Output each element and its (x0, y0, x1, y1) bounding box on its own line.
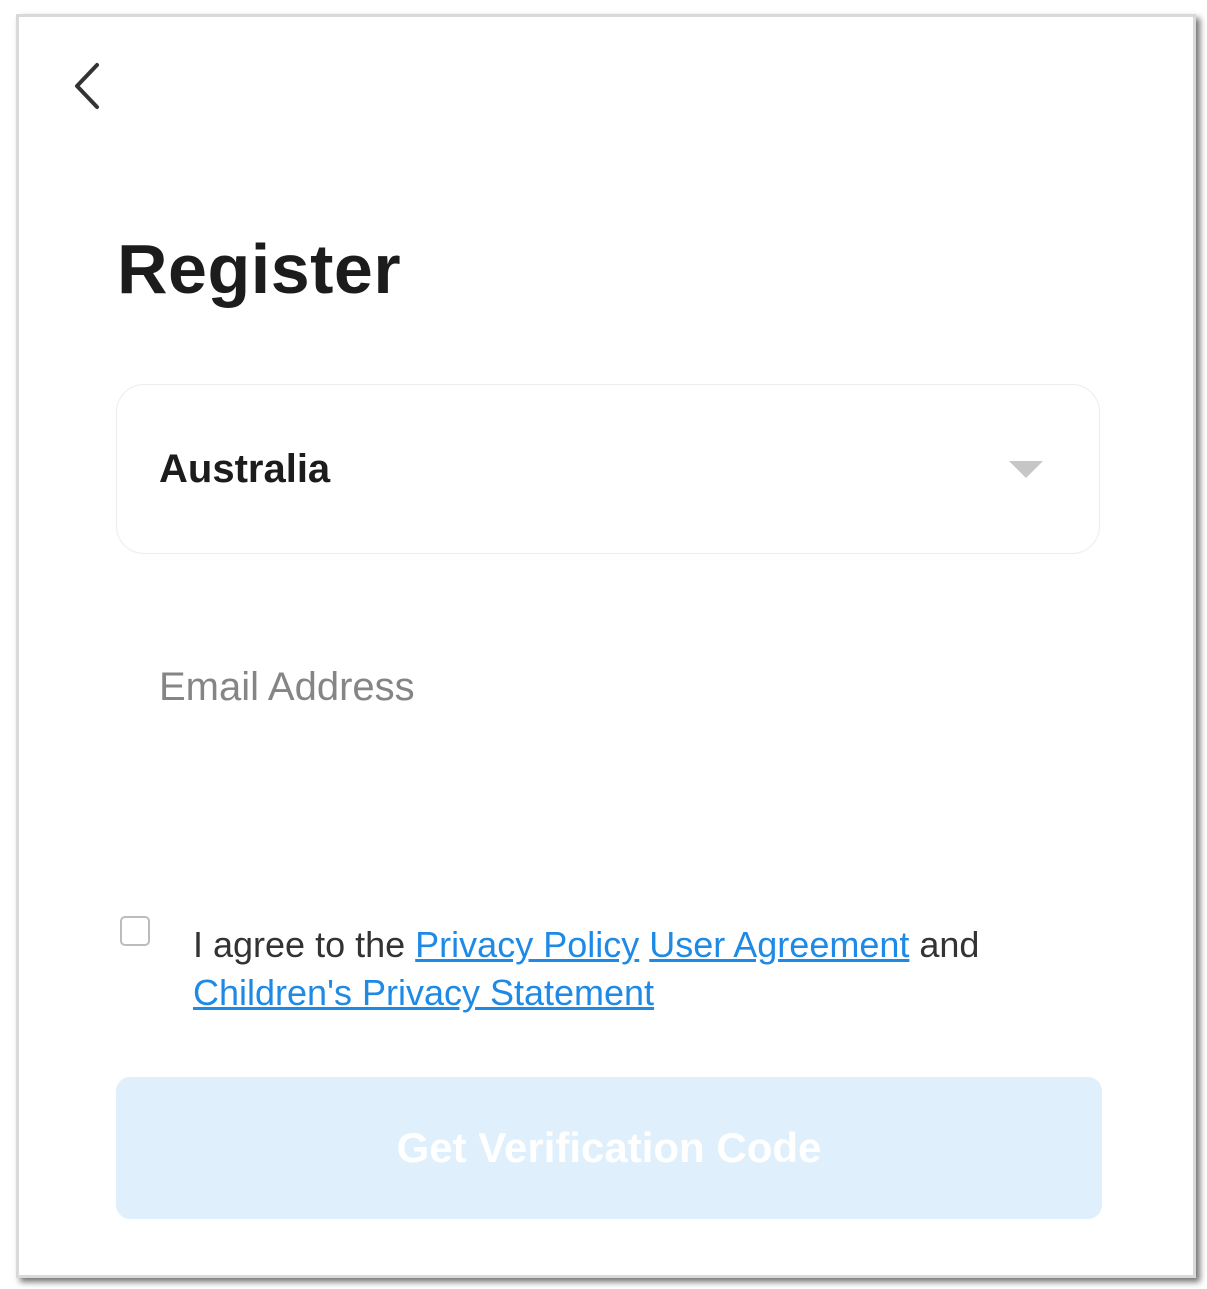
agreement-prefix: I agree to the (193, 924, 406, 965)
get-verification-code-button[interactable]: Get Verification Code (116, 1077, 1102, 1219)
privacy-policy-link[interactable]: Privacy Policy (415, 924, 639, 965)
region-value: Australia (159, 447, 331, 491)
agreement-text: I agree to the Privacy Policy User Agree… (193, 921, 1073, 1017)
region-select[interactable]: Australia (116, 384, 1100, 554)
user-agreement-link[interactable]: User Agreement (649, 924, 909, 965)
agreement-conjunction: and (919, 924, 980, 965)
back-button[interactable] (67, 59, 107, 113)
agree-checkbox[interactable] (120, 916, 150, 946)
page-title: Register (117, 230, 402, 308)
childrens-privacy-link[interactable]: Children's Privacy Statement (193, 972, 654, 1013)
chevron-left-icon (75, 63, 99, 109)
email-input[interactable] (159, 657, 1059, 717)
caret-down-icon (1009, 461, 1043, 478)
register-screen: Register Australia I agree to the Privac… (16, 14, 1196, 1278)
